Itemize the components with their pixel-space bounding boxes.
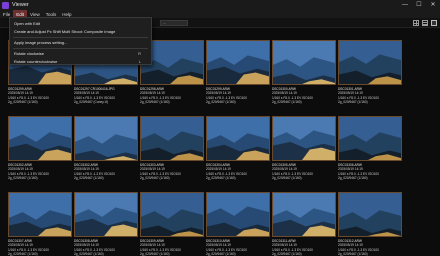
menu-item-label: Rotate clockwise [14, 51, 45, 56]
menu-item-label: Open with Edit [14, 21, 41, 26]
window-controls: — ☐ ✕ [398, 0, 440, 10]
photo-thumbnail[interactable] [338, 40, 402, 85]
app-logo-icon [2, 1, 9, 9]
lens-info: 2g_020/9467 (1/160) [8, 175, 38, 180]
thumbnail-metadata: DSC01303.ARW 2025/05/19 14:19 1/160 s F8.0… [140, 163, 204, 180]
photo-thumbnail[interactable] [74, 116, 138, 161]
photo-thumbnail[interactable] [206, 40, 270, 85]
photo-thumbnail[interactable] [206, 192, 270, 237]
landscape-image [141, 117, 203, 160]
thumbnail-metadata: DSC01308.ARW 2025/05/19 14:19 1/160 s F8.0… [74, 239, 138, 256]
lens-info: 2g_020/9467 (1/160) [8, 251, 38, 256]
list-view-icon[interactable] [422, 20, 428, 26]
title-bar: Viewer — ☐ ✕ [0, 0, 440, 10]
lens-info: 2g_020/9467 (1/160) [206, 251, 236, 256]
info-panel-icon[interactable] [431, 20, 437, 26]
photo-thumbnail[interactable] [8, 192, 72, 237]
close-button[interactable]: ✕ [426, 0, 440, 10]
photo-thumbnail[interactable] [272, 40, 336, 85]
menu-item-create-composite[interactable]: Create and Adjust Px Shift Multi Shoot: … [10, 28, 151, 36]
thumbnail-metadata: DSC01297 CR1000416.JPG 2025/05/19 14:19 1/… [74, 87, 138, 104]
lens-info: 2g_020/9467 (1/160) [74, 251, 104, 256]
thumbnail-metadata: DSC01305.ARW 2025/05/19 14:19 1/160 s F8.0… [272, 163, 336, 180]
landscape-image [9, 193, 71, 236]
lens-info: 2g_020/9467 (1/160) [8, 99, 38, 104]
lens-info: 2g_020/9467 (1/160) [272, 99, 302, 104]
photo-thumbnail[interactable] [338, 192, 402, 237]
thumbnail-metadata: DSC01310.ARW 2025/05/19 14:19 1/160 s F8.0… [206, 239, 270, 256]
filter-input[interactable]: ... [160, 20, 188, 26]
maximize-button[interactable]: ☐ [412, 0, 426, 10]
thumbnail-metadata: DSC01298.ARW 2025/05/19 14:19 1/160 s F8.0… [140, 87, 204, 104]
photo-thumbnail[interactable] [140, 192, 204, 237]
landscape-image [339, 193, 401, 236]
landscape-image [273, 193, 335, 236]
thumbnail-metadata: DSC01311.ARW 2025/05/19 14:19 1/160 s F8.0… [272, 239, 336, 256]
thumbnail-metadata: DSC01302.ARW 2025/05/19 14:19 1/160 s F8.0… [74, 163, 138, 180]
thumbnail-metadata: DSC01312.ARW 2025/05/19 14:19 1/160 s F8.0… [338, 239, 402, 256]
menu-item-label: Apply image process setting... [14, 40, 68, 45]
viewer-app: Viewer — ☐ ✕ File Edit View Tools Help .… [0, 0, 440, 256]
lens-info: 2g_020/9467 (1/160) [74, 175, 104, 180]
landscape-image [273, 117, 335, 160]
photo-thumbnail[interactable] [338, 116, 402, 161]
landscape-image [339, 41, 401, 84]
lens-info: 2g_020/9467 (1/160) [140, 175, 170, 180]
lens-info: 2g_020/9467 (1/160) [140, 99, 170, 104]
minimize-button[interactable]: — [398, 0, 412, 10]
grid-view-icon[interactable] [413, 20, 419, 26]
thumbnail-metadata: DSC01301.ARW 2025/05/19 14:19 1/160 s F8.0… [338, 87, 402, 104]
thumbnail-metadata: DSC01300.ARW 2025/05/19 14:19 1/160 s F8.0… [272, 87, 336, 104]
lens-info: 2g_020/9467 (1/160) [338, 251, 368, 256]
photo-thumbnail[interactable] [272, 116, 336, 161]
landscape-image [207, 117, 269, 160]
landscape-image [75, 117, 137, 160]
landscape-image [273, 41, 335, 84]
menu-item-label: Rotate counterclockwise [14, 59, 58, 64]
shortcut-label: R [138, 51, 141, 56]
menu-item-open-with-edit[interactable]: Open with Edit [10, 20, 151, 28]
photo-thumbnail[interactable] [8, 116, 72, 161]
window-title: Viewer [12, 2, 29, 8]
thumbnail-metadata: DSC01307.ARW 2025/05/19 14:19 1/160 s F8.0… [8, 239, 72, 256]
menu-item-apply-process[interactable]: Apply image process setting... [10, 39, 151, 47]
photo-thumbnail[interactable] [140, 116, 204, 161]
menu-item-rotate-counterclockwise[interactable]: Rotate counterclockwise L [10, 58, 151, 66]
thumbnail-metadata: DSC01309.ARW 2025/05/19 14:19 1/160 s F8.0… [140, 239, 204, 256]
landscape-image [339, 117, 401, 160]
thumbnail-metadata: DSC01304.ARW 2025/05/19 14:19 1/160 s F8.0… [206, 163, 270, 180]
thumbnail-metadata: DSC01302.ARW 2025/05/19 14:19 1/160 s F8.0… [8, 163, 72, 180]
thumbnail-metadata: DSC01306.ARW 2025/05/19 14:19 1/160 s F8.0… [338, 163, 402, 180]
lens-info: 2g_020/9467 (1/160) [338, 175, 368, 180]
landscape-image [141, 193, 203, 236]
thumbnail-metadata: DSC01299.ARW 2025/05/19 14:19 1/160 s F8.0… [206, 87, 270, 104]
menu-item-rotate-clockwise[interactable]: Rotate clockwise R [10, 50, 151, 58]
view-mode-icons [413, 20, 437, 26]
photo-thumbnail[interactable] [206, 116, 270, 161]
landscape-image [207, 41, 269, 84]
menu-separator [13, 48, 148, 49]
landscape-image [75, 193, 137, 236]
lens-info: 2g_020/9467 (1/160) [206, 175, 236, 180]
landscape-image [9, 117, 71, 160]
edit-menu-dropdown: Open with Edit Create and Adjust Px Shif… [9, 17, 152, 65]
lens-info: 2g_020/9467 (Coney.1f) [74, 99, 109, 104]
photo-thumbnail[interactable] [272, 192, 336, 237]
lens-info: 2g_020/9467 (1/160) [272, 251, 302, 256]
landscape-image [207, 193, 269, 236]
lens-info: 2g_020/9467 (1/160) [206, 99, 236, 104]
menu-separator [13, 37, 148, 38]
lens-info: 2g_020/9467 (1/160) [272, 175, 302, 180]
shortcut-label: L [138, 59, 141, 64]
menu-item-label: Create and Adjust Px Shift Multi Shoot: … [14, 29, 116, 34]
thumbnail-metadata: DSC01299.ARW 2025/05/19 14:19 1/160 s F8.0… [8, 87, 72, 104]
lens-info: 2g_020/9467 (1/160) [338, 99, 368, 104]
lens-info: 2g_020/9467 (1/160) [140, 251, 170, 256]
photo-thumbnail[interactable] [74, 192, 138, 237]
